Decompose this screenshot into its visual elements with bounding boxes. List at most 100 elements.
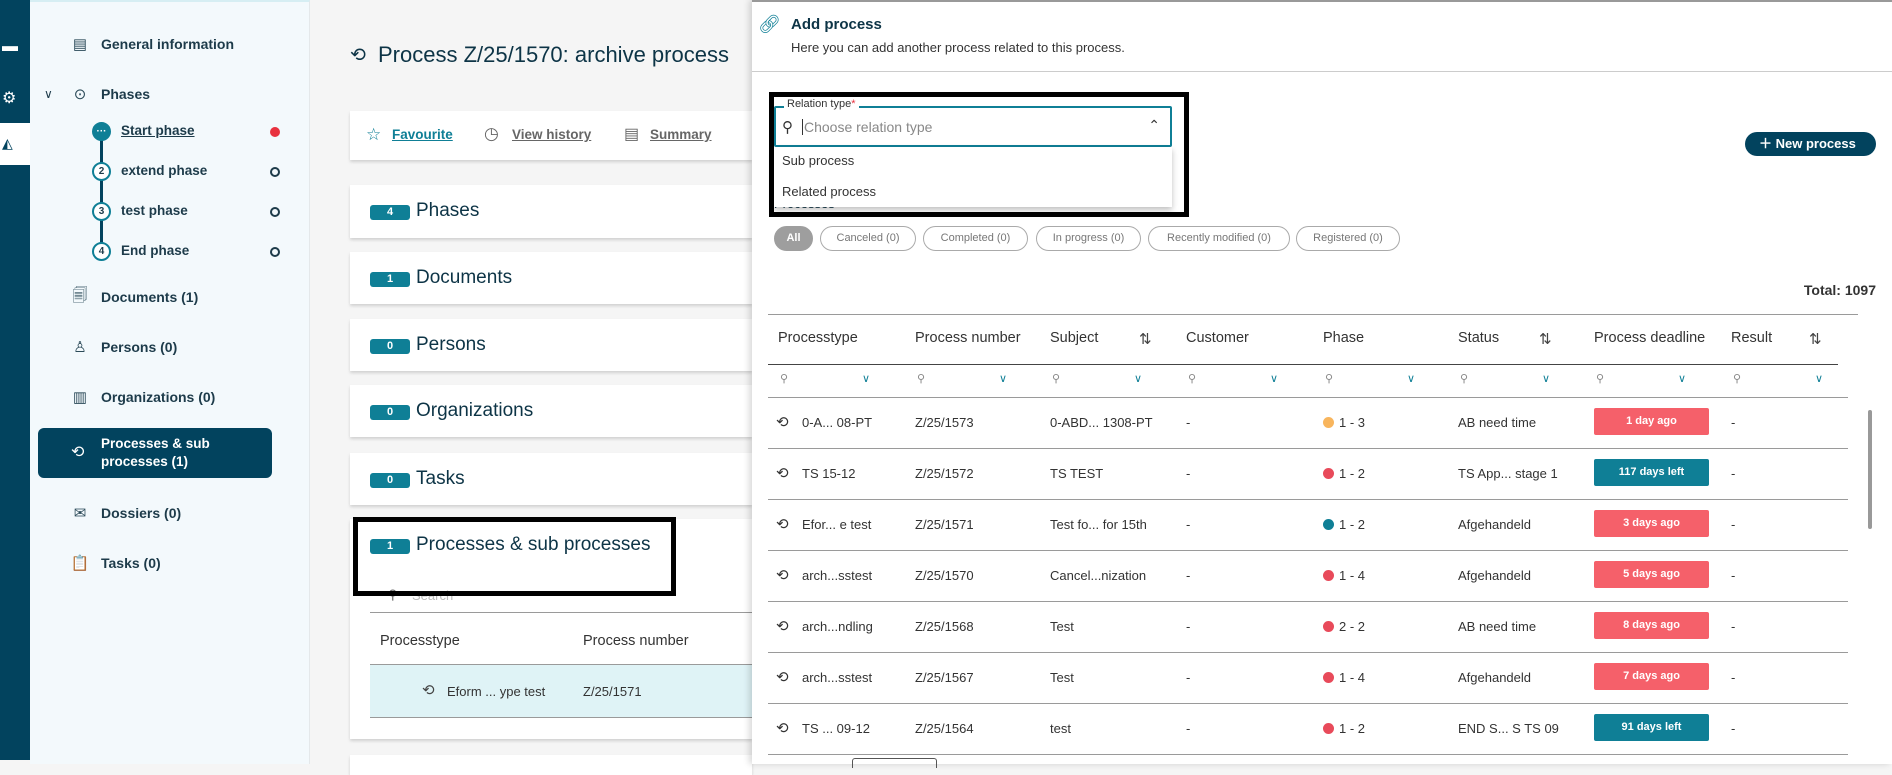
cell-status: AB need time <box>1458 619 1537 634</box>
pagination-control[interactable] <box>852 758 937 768</box>
count-badge: 0 <box>370 339 410 354</box>
card-title: Phases <box>416 200 480 221</box>
view-history-link[interactable]: View history <box>512 127 591 142</box>
column-header-subject[interactable]: Subject <box>1050 330 1098 346</box>
column-filter-search-icon[interactable]: ⚲ <box>780 372 788 385</box>
cell-result: - <box>1731 619 1736 634</box>
cell-customer: - <box>1186 619 1191 634</box>
table-row[interactable]: ⟲ Eform ... ype test Z/25/1571 <box>370 665 752 718</box>
label-line-1: Processes & sub <box>101 436 210 451</box>
phase-number: 2 <box>92 162 111 181</box>
sidebar-item-organizations[interactable]: ▥ Organizations (0) <box>30 384 310 410</box>
divider <box>768 397 1848 398</box>
status-dot <box>270 167 280 177</box>
card-persons[interactable]: 0 Persons <box>350 319 752 371</box>
chevron-down-icon[interactable]: ∨ <box>1270 372 1278 385</box>
card-title: Organizations <box>416 400 534 421</box>
card-organizations[interactable]: 0 Organizations <box>350 385 752 437</box>
phase-number: 4 <box>92 242 111 261</box>
card-documents[interactable]: 1 Documents <box>350 252 752 304</box>
divider <box>768 314 1858 315</box>
cell-phase: 1 - 3 <box>1323 415 1365 430</box>
sidebar-item-tasks[interactable]: 📋 Tasks (0) <box>30 550 310 576</box>
chevron-down-icon[interactable]: ∨ <box>1542 372 1550 385</box>
column-filter-search-icon[interactable]: ⚲ <box>1188 372 1196 385</box>
phase-label: extend phase <box>121 163 208 178</box>
column-header-phase[interactable]: Phase <box>1323 330 1364 346</box>
column-header-customer[interactable]: Customer <box>1186 330 1249 346</box>
divider <box>370 612 752 613</box>
table-row-divider <box>768 550 1848 551</box>
phase-dot <box>1323 723 1334 734</box>
cell-number: Z/25/1571 <box>915 517 974 532</box>
cell-customer: - <box>1186 466 1191 481</box>
sidebar-item-dossiers[interactable]: ✉ Dossiers (0) <box>30 500 310 526</box>
phase-item-start[interactable]: ··· Start phase <box>30 120 310 144</box>
sidebar-item-persons[interactable]: ♙ Persons (0) <box>30 334 310 360</box>
chevron-down-icon[interactable]: ∨ <box>1678 372 1686 385</box>
cell-status: Afgehandeld <box>1458 568 1532 583</box>
column-filter-search-icon[interactable]: ⚲ <box>1733 372 1741 385</box>
column-header-result[interactable]: Result <box>1731 330 1772 346</box>
phase-label: test phase <box>121 203 188 218</box>
sidebar-item-processes[interactable]: ⟲ Processes & sub processes (1) <box>38 428 272 478</box>
sidebar-item-phases[interactable]: ∨ ⊙ Phases <box>30 81 310 107</box>
scrollbar-thumb[interactable] <box>1868 410 1872 529</box>
column-filter-search-icon[interactable]: ⚲ <box>1052 372 1060 385</box>
sort-icon[interactable]: ⇅ <box>1139 330 1152 348</box>
chevron-down-icon[interactable]: ∨ <box>999 372 1007 385</box>
card-tasks[interactable]: 0 Tasks <box>350 453 752 505</box>
cell-result: - <box>1731 568 1736 583</box>
process-icon: ⟲ <box>71 444 85 461</box>
phase-dot <box>1323 417 1334 428</box>
phase-text: 1 - 2 <box>1339 721 1366 736</box>
phase-item-extend[interactable]: 2 extend phase <box>30 160 310 184</box>
column-header-process-deadline[interactable]: Process deadline <box>1594 330 1705 346</box>
column-header-process-number[interactable]: Process number <box>915 330 1021 346</box>
toolbar: ☆ Favourite ◷ View history ▤ Summary <box>350 111 752 160</box>
table-row-divider <box>768 601 1848 602</box>
app-rail: ▬ ⚙ ◭ <box>0 0 30 760</box>
cell-number: Z/25/1572 <box>915 466 974 481</box>
cell-customer: - <box>1186 517 1191 532</box>
scrollbar[interactable] <box>1866 368 1874 739</box>
cell-number: Z/25/1573 <box>915 415 974 430</box>
phase-text: 1 - 4 <box>1339 670 1366 685</box>
cell-phase: 1 - 2 <box>1323 466 1365 481</box>
table-row-divider <box>768 703 1848 704</box>
phase-item-end[interactable]: 4 End phase <box>30 240 310 264</box>
deadline-badge: 7 days ago <box>1594 663 1709 690</box>
cell-number: Z/25/1564 <box>915 721 974 736</box>
chevron-down-icon[interactable]: ∨ <box>1815 372 1823 385</box>
sidebar-item-documents[interactable]: 🗐 Documents (1) <box>30 284 310 310</box>
sort-icon[interactable]: ⇅ <box>1539 330 1552 348</box>
column-header-processtype[interactable]: Processtype <box>778 330 858 346</box>
phase-text: 2 - 2 <box>1339 619 1366 634</box>
favourite-link[interactable]: Favourite <box>392 127 453 142</box>
briefcase-icon[interactable]: ▬ <box>2 38 18 56</box>
sidebar: ▤ General information ∨ ⊙ Phases ··· Start … <box>30 0 310 764</box>
column-header-status[interactable]: Status <box>1458 330 1499 346</box>
column-filter-search-icon[interactable]: ⚲ <box>917 372 925 385</box>
card-phases[interactable]: 4 Phases <box>350 185 752 238</box>
phase-item-test[interactable]: 3 test phase <box>30 200 310 224</box>
rail-tab-active[interactable]: ◭ <box>0 123 30 165</box>
deadline-badge: 1 day ago <box>1594 408 1709 435</box>
cell-result: - <box>1731 670 1736 685</box>
column-filter-search-icon[interactable]: ⚲ <box>1325 372 1333 385</box>
cell-result: - <box>1731 415 1736 430</box>
column-filter-search-icon[interactable]: ⚲ <box>1460 372 1468 385</box>
summary-link[interactable]: Summary <box>650 127 712 142</box>
gear-icon[interactable]: ⚙ <box>2 88 16 108</box>
chevron-down-icon[interactable]: ∨ <box>862 372 870 385</box>
sidebar-item-general[interactable]: ▤ General information <box>30 31 310 57</box>
cell-process-number: Z/25/1571 <box>583 684 642 699</box>
chevron-down-icon[interactable]: ∨ <box>1407 372 1415 385</box>
chevron-down-icon[interactable]: ∨ <box>44 87 53 101</box>
phase-label: Start phase <box>121 123 195 138</box>
label-line-2: processes (1) <box>101 454 189 469</box>
sort-icon[interactable]: ⇅ <box>1809 330 1822 348</box>
column-filter-search-icon[interactable]: ⚲ <box>1596 372 1604 385</box>
phase-dot <box>1323 468 1334 479</box>
chevron-down-icon[interactable]: ∨ <box>1134 372 1142 385</box>
